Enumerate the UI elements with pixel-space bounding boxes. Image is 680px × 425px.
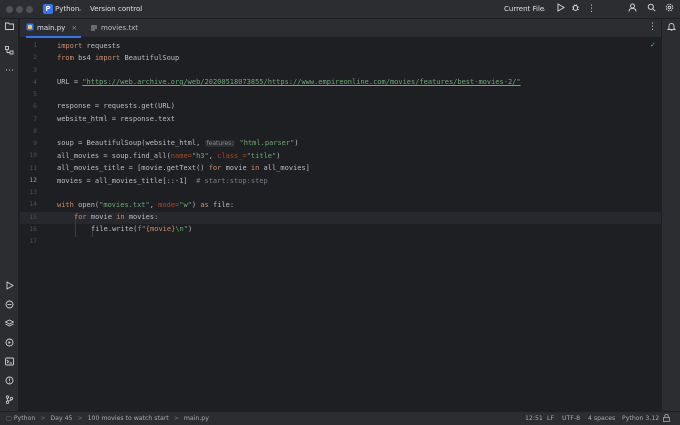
breadcrumb-item[interactable]: main.py <box>184 415 209 422</box>
debug-icon[interactable] <box>569 3 582 16</box>
close-tab-icon[interactable]: × <box>71 24 77 32</box>
settings-gear-icon[interactable] <box>663 3 676 16</box>
line-number: 4 <box>33 77 37 86</box>
project-selector[interactable]: Python <box>55 4 79 15</box>
project-folder-icon[interactable] <box>3 22 16 35</box>
line-number: 17 <box>29 237 37 245</box>
tab-main-py[interactable]: main.py × <box>26 19 82 38</box>
code-line-6: response = requests.get(URL) <box>57 102 176 110</box>
terminal-icon[interactable] <box>3 357 16 370</box>
tab-options-icon[interactable]: ⋮ <box>648 22 657 32</box>
chevron-down-icon: ⌄ <box>541 5 547 13</box>
code-line-4: URL = "https://web.archive.org/web/20200… <box>57 78 521 86</box>
breadcrumb-item[interactable]: Python <box>14 415 35 422</box>
problems-icon[interactable] <box>3 376 16 389</box>
line-number-gutter: 1 2 3 4 5 6 7 8 9 10 11 12 13 14 15 16 17 <box>20 38 48 411</box>
code-line-12: movies = all_movies_title[::-1] # start:… <box>57 177 268 185</box>
run-icon[interactable] <box>554 3 567 16</box>
services-icon[interactable] <box>3 338 16 351</box>
run-config-selector[interactable]: Current File <box>504 4 544 15</box>
code-line-9: soup = BeautifulSoup(website_html, featu… <box>57 139 299 147</box>
line-number: 5 <box>33 90 37 98</box>
line-ending-selector[interactable]: LF <box>547 414 554 424</box>
encoding-selector[interactable]: UTF-8 <box>562 414 580 424</box>
code-line-1: import requests <box>57 42 121 50</box>
url-link[interactable]: "https://web.archive.org/web/20200518073… <box>82 78 520 86</box>
line-number: 16 <box>29 224 37 233</box>
breadcrumb-item[interactable]: Day 45 <box>50 415 72 422</box>
status-bar: ▢ Python > Day 45 > 100 movies to watch … <box>0 411 680 425</box>
python-packages-icon[interactable] <box>3 300 16 313</box>
code-line-14: with open("movies.txt", mode="w") as fil… <box>57 201 235 209</box>
more-actions-icon[interactable]: ⋮ <box>585 3 598 16</box>
line-number: 10 <box>29 151 37 160</box>
line-number: 2 <box>33 53 37 62</box>
git-branch-icon[interactable] <box>3 395 16 408</box>
line-number: 14 <box>29 200 37 209</box>
line-number: 15 <box>29 212 37 221</box>
maximize-window-button[interactable] <box>26 6 33 13</box>
left-tool-strip: ⋯ <box>0 19 19 411</box>
right-tool-strip <box>661 19 680 411</box>
line-number: 1 <box>33 41 37 49</box>
parameter-hint: features: <box>204 140 236 147</box>
line-number: 7 <box>33 114 37 123</box>
code-editor[interactable]: ✓ 1 2 3 4 5 6 7 8 9 10 11 12 13 14 15 16 17 import reque… <box>20 38 661 411</box>
line-number: 13 <box>29 188 37 196</box>
more-tools-icon[interactable]: ⋯ <box>3 65 16 78</box>
chevron-down-icon: ⌄ <box>137 5 143 13</box>
text-file-icon <box>90 20 98 31</box>
folder-icon: ▢ <box>6 415 12 422</box>
interpreter-selector[interactable]: Python 3.12 <box>622 414 659 424</box>
run-tool-icon[interactable] <box>3 281 16 294</box>
close-window-button[interactable] <box>6 6 13 13</box>
vcs-selector[interactable]: Version control <box>90 4 142 15</box>
tab-label: main.py <box>37 24 66 32</box>
tab-movies-txt[interactable]: movies.txt <box>90 19 138 38</box>
breadcrumb-item[interactable]: 100 movies to watch start <box>88 415 169 422</box>
minimize-window-button[interactable] <box>16 6 23 13</box>
indent-selector[interactable]: 4 spaces <box>588 414 615 424</box>
layers-icon[interactable] <box>3 319 16 332</box>
line-number: 11 <box>29 163 37 172</box>
lock-icon[interactable] <box>663 413 670 425</box>
code-line-2: from bs4 import BeautifulSoup <box>57 54 180 62</box>
chevron-down-icon: ⌄ <box>77 5 83 13</box>
notifications-bell-icon[interactable] <box>665 22 678 35</box>
code-line-11: all_movies_title = [movie.getText() for … <box>57 164 310 172</box>
search-icon[interactable] <box>645 3 658 16</box>
python-file-icon <box>26 20 34 31</box>
editor-tabs: main.py × movies.txt ⋮ <box>20 19 661 38</box>
line-number: 12 <box>29 175 37 184</box>
code-line-7: website_html = response.text <box>57 115 176 123</box>
title-bar: P Python ⌄ Version control ⌄ Current Fil… <box>0 0 680 19</box>
code-line-16: file.write(f"{movie}\n") <box>91 225 193 233</box>
caret-position[interactable]: 12:51 <box>525 414 543 424</box>
code-line-15: for movie in movies: <box>74 213 159 221</box>
line-number: 3 <box>33 65 37 74</box>
tab-label: movies.txt <box>101 24 138 32</box>
line-number: 8 <box>33 126 37 135</box>
code-line-10: all_movies = soup.find_all(name="h3", cl… <box>57 152 281 160</box>
account-icon[interactable] <box>626 3 639 16</box>
line-number: 6 <box>33 102 37 111</box>
breadcrumb: ▢ Python > Day 45 > 100 movies to watch … <box>6 415 209 422</box>
project-badge[interactable]: P <box>43 4 53 14</box>
inspection-ok-icon[interactable]: ✓ <box>650 41 656 49</box>
structure-icon[interactable] <box>3 46 16 59</box>
line-number: 9 <box>33 139 37 147</box>
